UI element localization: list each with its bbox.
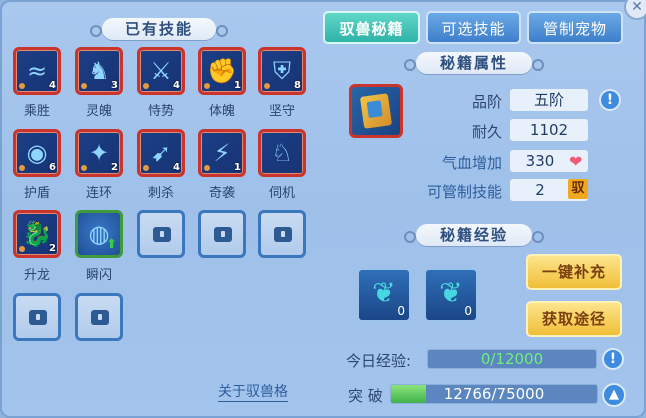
about-link[interactable]: 关于驭兽格 bbox=[218, 383, 288, 402]
skill-label: 护盾 bbox=[23, 186, 50, 201]
today-exp-bar: 0/12000 bbox=[427, 349, 597, 369]
lock-icon bbox=[214, 227, 232, 242]
skill-label: 乘胜 bbox=[23, 104, 50, 119]
beast-icon: ♘ bbox=[271, 139, 293, 167]
skill-level-badge: 3 bbox=[111, 80, 118, 91]
locked-skill-slot[interactable] bbox=[13, 293, 61, 341]
level-dot-icon bbox=[143, 165, 149, 171]
level-dot-icon bbox=[19, 165, 25, 171]
controllable-skills-label: 可管制技能 bbox=[426, 183, 502, 201]
skill-level-badge: 4 bbox=[49, 80, 56, 91]
level-dot-icon bbox=[143, 83, 149, 89]
skill-slot[interactable]: 🐉 2 bbox=[13, 210, 61, 258]
skill-label: 体魄 bbox=[208, 104, 235, 119]
skill-label: 刺杀 bbox=[147, 186, 174, 201]
locked-skill-slot[interactable] bbox=[75, 293, 123, 341]
skill-label: 恃势 bbox=[147, 104, 174, 119]
level-dot-icon bbox=[204, 83, 210, 89]
skill-slot[interactable]: ⚡ 1 bbox=[198, 129, 246, 177]
durability-label: 耐久 bbox=[471, 123, 502, 141]
refill-button[interactable]: 一键补充 bbox=[526, 254, 622, 290]
durability-value: 1102 bbox=[510, 119, 588, 141]
skill-level-badge: 4 bbox=[173, 162, 180, 173]
breakthrough-bar: 12766/75000 bbox=[390, 384, 598, 404]
skill-label: 灵魄 bbox=[85, 104, 112, 119]
level-dot-icon bbox=[19, 246, 25, 252]
skill-slot[interactable]: ⚔ 4 bbox=[137, 47, 185, 95]
exp-info-icon[interactable]: ! bbox=[602, 348, 624, 370]
skill-level-badge: 1 bbox=[234, 162, 241, 173]
skill-slot[interactable]: ⛨ 8 bbox=[258, 47, 306, 95]
skill-book-panel: ✕ 已有技能 ≈4 乘胜 ♞ 3 灵魄 ⚔ 4 恃势 ✊ 1 体魄 ⛨ 8 坚守 ◉ 6 护盾 ✦ 2 连环 ➹ 4 刺杀 ⚡… bbox=[0, 0, 646, 418]
exp-item-2[interactable]: ❦ 0 bbox=[424, 268, 478, 322]
obtain-button[interactable]: 获取途径 bbox=[526, 301, 622, 337]
breakthrough-value: 12766/75000 bbox=[443, 385, 545, 403]
skill-level-badge: 4 bbox=[173, 80, 180, 91]
locked-skill-slot[interactable] bbox=[258, 210, 306, 258]
skill-label: 奇袭 bbox=[208, 186, 235, 201]
skill-label: 坚守 bbox=[268, 104, 295, 119]
today-exp-label: 今日经验: bbox=[346, 352, 412, 370]
skill-label: 瞬闪 bbox=[85, 268, 112, 283]
skill-slot[interactable]: ✊ 1 bbox=[198, 47, 246, 95]
owned-skills-title: 已有技能 bbox=[90, 18, 228, 40]
level-dot-icon bbox=[19, 83, 25, 89]
skill-slot[interactable]: ◍ ⬆ bbox=[75, 210, 123, 258]
attributes-title: 秘籍属性 bbox=[404, 52, 544, 74]
lock-icon bbox=[29, 310, 47, 325]
level-dot-icon bbox=[204, 165, 210, 171]
skill-level-badge: 2 bbox=[49, 243, 56, 254]
skill-book-icon[interactable] bbox=[349, 84, 403, 138]
heart-icon: ❤ bbox=[569, 152, 583, 171]
exp-item-1[interactable]: ❦ 0 bbox=[357, 268, 411, 322]
skill-slot[interactable]: ◉ 6 bbox=[13, 129, 61, 177]
level-dot-icon bbox=[81, 83, 87, 89]
level-dot-icon bbox=[264, 83, 270, 89]
tab-optional-skills[interactable]: 可选技能 bbox=[426, 11, 521, 44]
tab-controlled-pets[interactable]: 管制宠物 bbox=[527, 11, 623, 44]
exp-item-count: 0 bbox=[397, 304, 405, 318]
skill-slot[interactable]: ✦ 2 bbox=[75, 129, 123, 177]
lock-icon bbox=[91, 310, 109, 325]
tab-skill-book[interactable]: 驭兽秘籍 bbox=[323, 11, 420, 44]
skill-slot[interactable]: ♘ bbox=[258, 129, 306, 177]
level-dot-icon bbox=[81, 165, 87, 171]
pet-tag-icon: 驭 bbox=[568, 179, 588, 199]
skill-label: 升龙 bbox=[23, 268, 50, 283]
grade-value: 五阶 bbox=[510, 89, 588, 111]
skill-label: 连环 bbox=[85, 186, 112, 201]
lock-icon bbox=[274, 227, 292, 242]
skill-slot[interactable]: ♞ 3 bbox=[75, 47, 123, 95]
breakthrough-label: 突 破 bbox=[348, 387, 383, 405]
lock-icon bbox=[153, 227, 171, 242]
skill-level-badge: 6 bbox=[49, 162, 56, 173]
exp-item-count: 0 bbox=[464, 304, 472, 318]
experience-title: 秘籍经验 bbox=[404, 224, 544, 246]
locked-skill-slot[interactable] bbox=[137, 210, 185, 258]
close-icon[interactable]: ✕ bbox=[624, 0, 646, 20]
locked-skill-slot[interactable] bbox=[198, 210, 246, 258]
arrow-up-icon[interactable]: ▲ bbox=[602, 383, 626, 407]
skill-level-badge: 1 bbox=[234, 80, 241, 91]
skill-level-badge: 2 bbox=[111, 162, 118, 173]
skill-label: 伺机 bbox=[268, 186, 295, 201]
today-exp-value: 0/12000 bbox=[480, 350, 544, 368]
skill-slot[interactable]: ➹ 4 bbox=[137, 129, 185, 177]
grade-label: 品阶 bbox=[471, 93, 502, 111]
skill-slot[interactable]: ≈4 bbox=[13, 47, 61, 95]
upgrade-arrow-icon: ⬆ bbox=[106, 237, 117, 252]
hp-bonus-label: 气血增加 bbox=[441, 154, 502, 172]
skill-level-badge: 8 bbox=[294, 80, 301, 91]
grade-info-icon[interactable]: ! bbox=[599, 89, 621, 111]
